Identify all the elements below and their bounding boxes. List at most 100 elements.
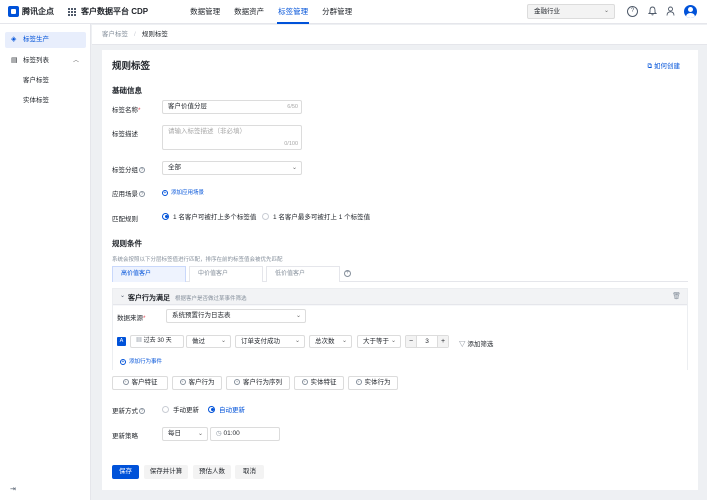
- save-and-compute-button[interactable]: 保存并计算: [144, 465, 188, 479]
- tab-high-value[interactable]: 高价值客户: [112, 266, 186, 282]
- radio-selected-icon: [162, 212, 169, 220]
- sidebar-item-tag-production[interactable]: ◈ 标签生产: [5, 32, 86, 48]
- tag-name-count: 6/50: [287, 104, 298, 110]
- main-nav: 数据管理 数据资产 标签管理 分群管理: [183, 0, 359, 24]
- avatar[interactable]: [684, 5, 697, 18]
- tag-group-select[interactable]: 全部 ⌄: [162, 161, 302, 175]
- calendar-icon: ▦: [136, 338, 144, 344]
- help-icon[interactable]: ?: [627, 6, 638, 17]
- scene-label: 应用场景?: [112, 191, 145, 198]
- breadcrumb-customer-tags[interactable]: 客户标签: [102, 31, 128, 38]
- update-mode-manual[interactable]: 手动更新: [162, 404, 199, 414]
- industry-select[interactable]: 金融行业 ⌄: [527, 4, 615, 19]
- condition-panel: ⌄ 客户行为满足 根据客户是否做过某事件筛选 🗑 数据来源* 系统预置行为日志表…: [112, 288, 688, 370]
- add-entity-feature-button[interactable]: + 实体特征: [294, 376, 344, 390]
- bell-icon[interactable]: [647, 6, 658, 17]
- value-tabs: 高价值客户 中价值客户 低价值客户 +: [112, 266, 688, 282]
- help-icon: ?: [139, 191, 145, 198]
- chevron-down-icon: ⌄: [294, 338, 300, 344]
- nav-tag-management[interactable]: 标签管理: [271, 0, 315, 24]
- chevron-down-icon: ⌄: [390, 338, 396, 344]
- help-icon: ?: [139, 167, 145, 174]
- update-mode-label: 更新方式?: [112, 408, 145, 415]
- page-title: 规则标签: [112, 61, 151, 72]
- add-behavior-sequence-button[interactable]: + 客户行为序列: [226, 376, 290, 390]
- data-source-select[interactable]: 系统预置行为日志表 ⌄: [166, 309, 306, 323]
- nav-segment-management[interactable]: 分群管理: [315, 0, 359, 24]
- date-range-select[interactable]: ▦ 过去 30 天: [130, 335, 184, 348]
- chevron-down-icon: ⌄: [295, 313, 301, 319]
- brand-logo[interactable]: 腾讯企点: [8, 6, 54, 17]
- tag-name-input[interactable]: 客户价值分层 6/50: [162, 100, 302, 114]
- add-event-link[interactable]: + 添加行为事件: [120, 357, 162, 365]
- tag-name-label: 标签名称*: [112, 107, 141, 114]
- plus-circle-icon: +: [301, 379, 308, 386]
- update-time-picker[interactable]: ◷ 01:00: [210, 427, 280, 441]
- match-option-single[interactable]: 1 名客户最多可被打上 1 个标签值: [262, 211, 370, 221]
- match-option-multi[interactable]: 1 名客户可被打上多个标签值: [162, 211, 256, 221]
- add-customer-feature-button[interactable]: + 客户特征: [112, 376, 168, 390]
- radio-selected-icon: [208, 405, 215, 413]
- logo-text: 腾讯企点: [22, 7, 54, 16]
- sidebar-item-entity-tags[interactable]: 实体标签: [5, 93, 86, 109]
- industry-select-value: 金融行业: [534, 8, 560, 15]
- operator-select[interactable]: 大于等于 ⌄: [357, 335, 401, 348]
- chevron-down-icon: ⌄: [220, 338, 226, 344]
- tab-low-value[interactable]: 低价值客户: [266, 266, 340, 282]
- add-filter-button[interactable]: ▽ 添加筛选: [459, 338, 493, 348]
- count-stepper[interactable]: − 3 +: [405, 335, 449, 348]
- plus-circle-icon: +: [179, 379, 186, 386]
- collapse-sidebar-icon[interactable]: ⇥: [10, 485, 16, 493]
- condition-subtitle: 根据客户是否做过某事件筛选: [175, 296, 247, 302]
- logo-icon: [8, 6, 19, 17]
- add-entity-behavior-button[interactable]: + 实体行为: [348, 376, 398, 390]
- add-scene-link[interactable]: + 添加应用场景: [162, 188, 204, 196]
- update-strategy-label: 更新策略: [112, 433, 138, 440]
- cancel-button[interactable]: 取消: [235, 465, 264, 479]
- count-value[interactable]: 3: [417, 336, 437, 347]
- chevron-down-icon: ⌄: [291, 165, 297, 171]
- sidebar-item-customer-tags[interactable]: 客户标签: [5, 73, 86, 89]
- user-icon[interactable]: [665, 6, 676, 17]
- trash-icon[interactable]: 🗑: [672, 292, 681, 300]
- condition-body: 数据来源* 系统预置行为日志表 ⌄ A ▦ 过去 30 天 做过 ⌄ 订单支付成功 ⌄…: [113, 306, 687, 370]
- rules-desc: 系统会按照以下分层标签值进行匹配，排序在前的标签值会被优先匹配: [112, 257, 283, 263]
- platform-name: 客户数据平台 CDP: [81, 7, 149, 16]
- tag-group-label: 标签分组?: [112, 167, 145, 174]
- tag-desc-textarea[interactable]: 请输入标签描述（非必填） 0/100: [162, 125, 302, 150]
- tag-desc-count: 0/100: [284, 141, 298, 147]
- tag-desc-label: 标签描述: [112, 131, 138, 138]
- sidebar-item-label: 标签列表: [23, 57, 49, 64]
- main-card: 规则标签 ⧉ 如何创建 基础信息 标签名称* 客户价值分层 6/50 标签描述 …: [102, 50, 698, 490]
- tab-mid-value[interactable]: 中价值客户: [189, 266, 263, 282]
- add-customer-behavior-button[interactable]: + 客户行为: [172, 376, 222, 390]
- howto-link[interactable]: ⧉ 如何创建: [648, 60, 680, 71]
- did-select[interactable]: 做过 ⌄: [186, 335, 231, 348]
- update-mode-auto[interactable]: 自动更新: [208, 404, 245, 414]
- breadcrumb-current: 规则标签: [141, 31, 168, 38]
- estimate-count-button[interactable]: 预估人数: [193, 465, 231, 479]
- app-grid-icon[interactable]: [68, 7, 76, 16]
- collapse-icon[interactable]: ⌄: [120, 292, 125, 299]
- help-icon: ?: [139, 408, 145, 415]
- match-rule-label: 匹配规则: [112, 216, 138, 223]
- plus-circle-icon: +: [355, 379, 362, 386]
- chevron-down-icon: ⌄: [603, 8, 609, 14]
- top-bar: 腾讯企点 客户数据平台 CDP 数据管理 数据资产 标签管理 分群管理 金融行业…: [0, 0, 707, 24]
- sidebar-item-label: 标签生产: [23, 36, 49, 43]
- sidebar-item-tag-list[interactable]: ▤ 标签列表 ︿: [5, 53, 86, 69]
- data-source-label: 数据来源*: [117, 315, 146, 322]
- nav-data-management[interactable]: 数据管理: [183, 0, 227, 24]
- nav-data-assets[interactable]: 数据资产: [227, 0, 271, 24]
- plus-circle-icon: +: [234, 379, 240, 386]
- condition-letter-badge: A: [117, 337, 126, 346]
- plus-button[interactable]: +: [437, 336, 448, 347]
- compass-icon: ◈: [11, 36, 17, 43]
- metric-select[interactable]: 总次数 ⌄: [309, 335, 352, 348]
- update-frequency-select[interactable]: 每日 ⌄: [162, 427, 208, 441]
- minus-button[interactable]: −: [406, 336, 417, 347]
- save-button[interactable]: 保存: [112, 465, 139, 479]
- add-tab-icon[interactable]: +: [344, 270, 351, 277]
- event-select[interactable]: 订单支付成功 ⌄: [235, 335, 305, 348]
- radio-unselected-icon: [262, 212, 269, 220]
